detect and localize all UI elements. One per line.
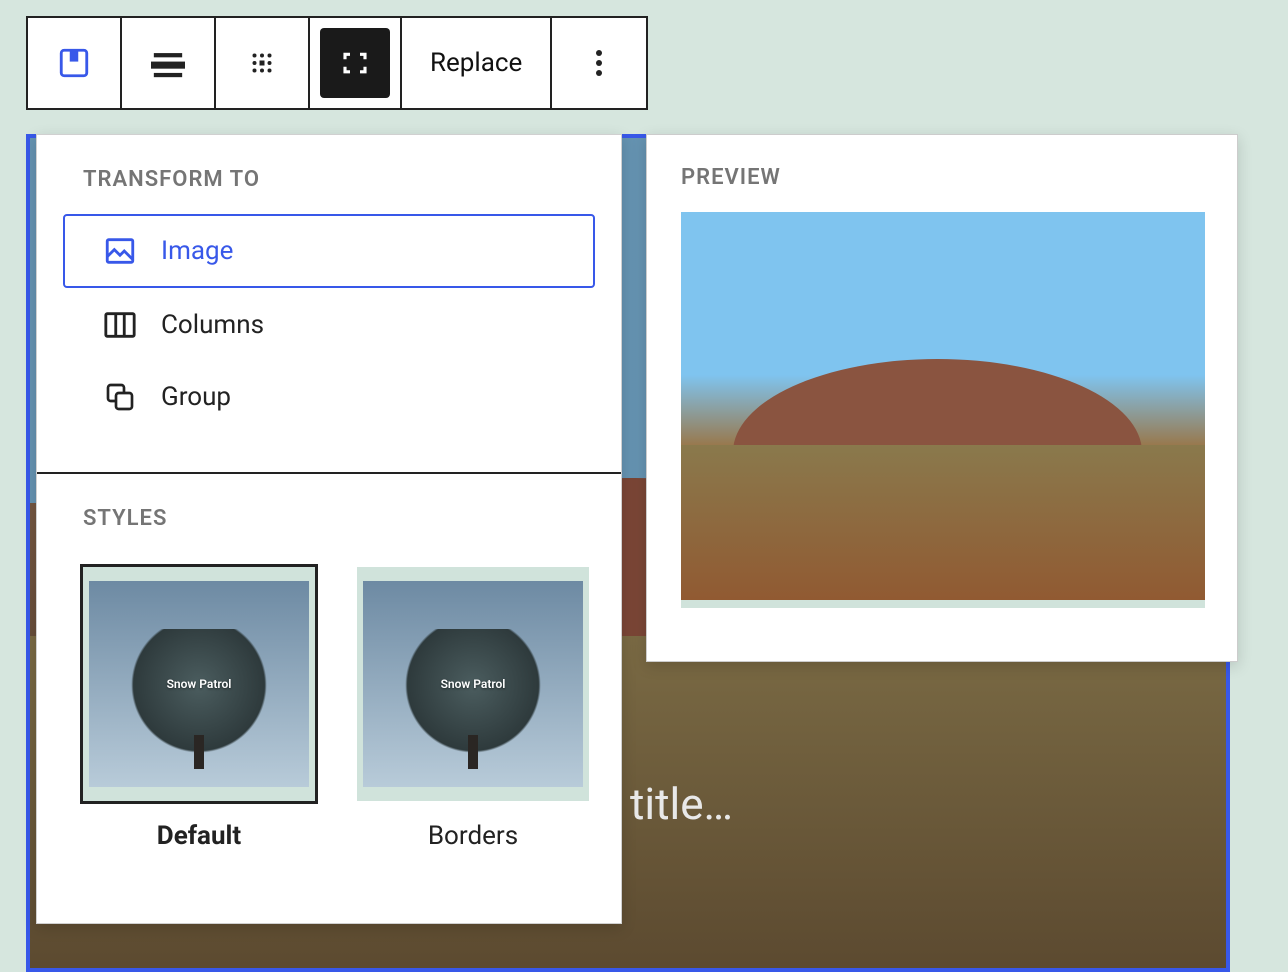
transform-option-label: Image bbox=[161, 236, 233, 266]
preview-image bbox=[681, 212, 1205, 600]
style-thumbnail: Snow Patrol bbox=[357, 567, 589, 801]
cover-block-icon bbox=[57, 46, 91, 80]
columns-icon bbox=[103, 308, 137, 342]
transform-option-image[interactable]: Image bbox=[63, 214, 595, 288]
drag-icon bbox=[247, 48, 277, 78]
replace-button[interactable]: Replace bbox=[402, 18, 552, 108]
transform-option-group[interactable]: Group bbox=[83, 362, 575, 432]
group-icon bbox=[103, 380, 137, 414]
transform-section: Transform to Image Columns bbox=[37, 135, 621, 454]
toolbar-separator bbox=[310, 18, 402, 108]
thumb-caption: Snow Patrol bbox=[441, 677, 506, 691]
preview-panel: Preview bbox=[646, 134, 1238, 662]
block-toolbar: Replace bbox=[26, 16, 648, 110]
align-button[interactable] bbox=[122, 18, 216, 108]
align-icon bbox=[151, 48, 185, 78]
fullscreen-icon bbox=[340, 48, 370, 78]
more-options-button[interactable] bbox=[552, 18, 646, 108]
transform-option-columns[interactable]: Columns bbox=[83, 290, 575, 360]
style-option-default[interactable]: Snow Patrol Default bbox=[83, 567, 315, 851]
styles-heading: Styles bbox=[83, 506, 575, 531]
drag-handle[interactable] bbox=[216, 18, 310, 108]
thumb-caption: Snow Patrol bbox=[167, 677, 232, 691]
ellipsis-vertical-icon bbox=[595, 48, 603, 78]
cover-title-placeholder[interactable]: title… bbox=[630, 778, 733, 830]
style-thumbnail: Snow Patrol bbox=[83, 567, 315, 801]
transform-heading: Transform to bbox=[83, 167, 575, 192]
preview-heading: Preview bbox=[681, 165, 1203, 190]
style-label: Default bbox=[83, 821, 315, 851]
preview-box bbox=[681, 212, 1205, 608]
fullscreen-button[interactable] bbox=[320, 28, 390, 98]
transform-panel: Transform to Image Columns bbox=[36, 134, 622, 924]
transform-option-label: Columns bbox=[161, 310, 264, 340]
style-label: Borders bbox=[357, 821, 589, 851]
transform-option-label: Group bbox=[161, 382, 231, 412]
block-type-button[interactable] bbox=[28, 18, 122, 108]
image-icon bbox=[103, 234, 137, 268]
style-option-borders[interactable]: Snow Patrol Borders bbox=[357, 567, 589, 851]
styles-section: Styles Snow Patrol Default Snow Patrol bbox=[37, 474, 621, 871]
